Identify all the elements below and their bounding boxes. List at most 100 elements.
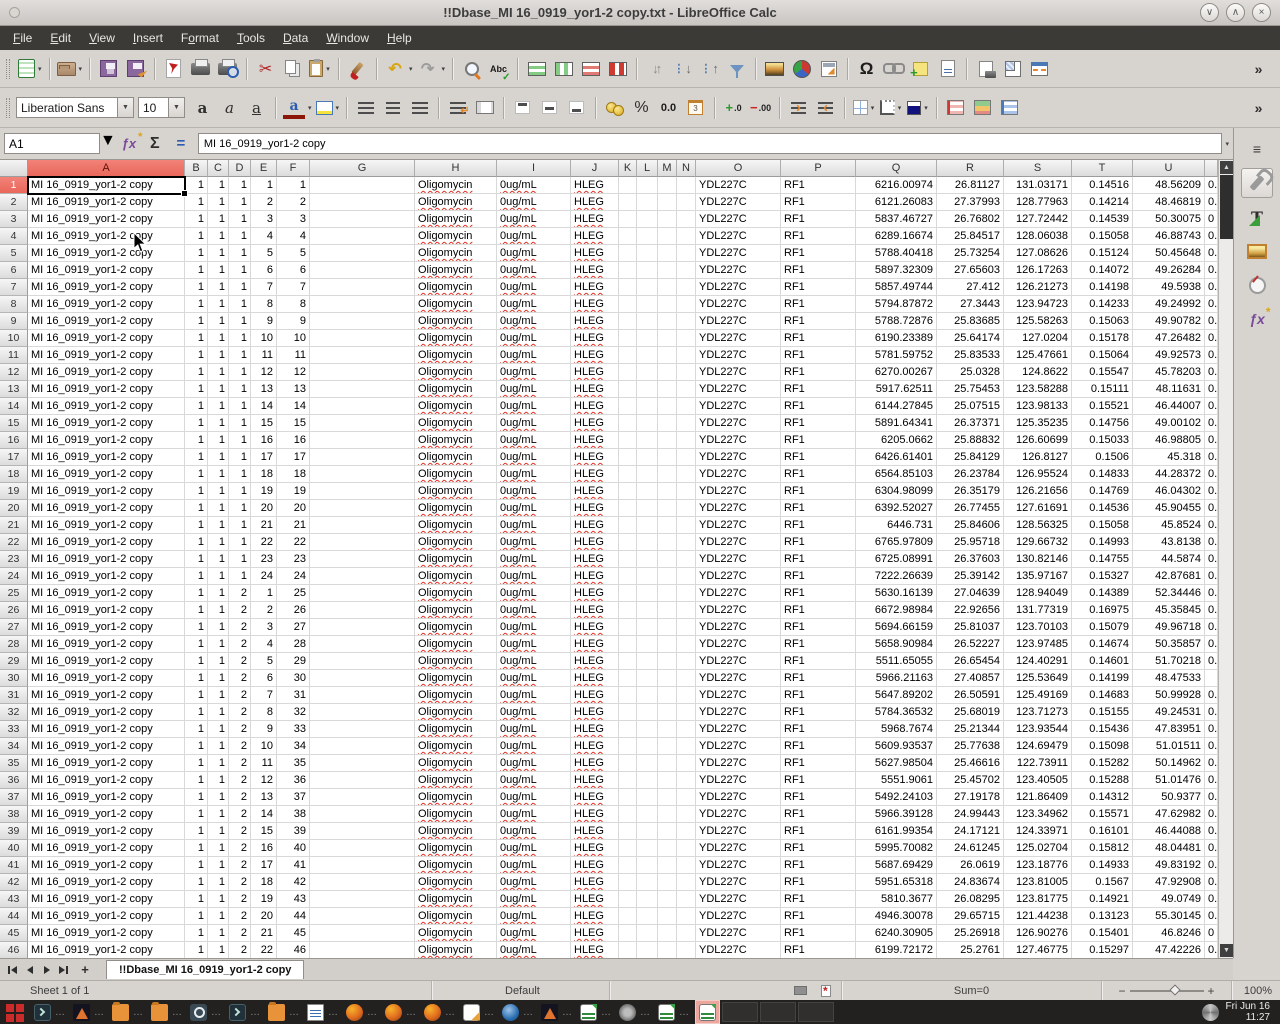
cell[interactable] <box>658 721 677 738</box>
cell[interactable]: Oligomycin <box>415 806 497 823</box>
cell[interactable]: 9 <box>251 313 277 330</box>
cell[interactable]: 1 <box>208 194 229 211</box>
cell[interactable]: 51.70218 <box>1133 653 1205 670</box>
cell[interactable] <box>677 534 696 551</box>
cell[interactable]: RF1 <box>781 823 856 840</box>
cell[interactable]: 0.15436 <box>1072 721 1133 738</box>
app-launcher-icon[interactable] <box>6 1004 14 1012</box>
cell[interactable] <box>619 942 637 958</box>
cell[interactable]: 6564.85103 <box>856 466 937 483</box>
cell[interactable] <box>658 704 677 721</box>
column-header-J[interactable]: J <box>571 160 619 177</box>
cell[interactable] <box>677 806 696 823</box>
cell[interactable] <box>677 415 696 432</box>
cell[interactable] <box>637 908 658 925</box>
cell[interactable] <box>310 262 415 279</box>
cell[interactable]: 1 <box>208 483 229 500</box>
cell[interactable]: 1 <box>185 908 208 925</box>
cell[interactable] <box>637 194 658 211</box>
cell[interactable] <box>310 313 415 330</box>
cell[interactable]: 1 <box>229 568 251 585</box>
row-header[interactable]: 38 <box>0 806 28 823</box>
cell[interactable] <box>637 687 658 704</box>
cell[interactable]: 2 <box>229 636 251 653</box>
cell[interactable]: 1 <box>185 687 208 704</box>
cell[interactable]: 2 <box>229 687 251 704</box>
cell[interactable]: Oligomycin <box>415 823 497 840</box>
cell[interactable] <box>677 653 696 670</box>
hyperlink-button[interactable] <box>880 55 907 82</box>
cell[interactable]: 1 <box>208 262 229 279</box>
cell[interactable]: 12 <box>277 364 310 381</box>
cell[interactable]: 0.15111 <box>1072 381 1133 398</box>
cell[interactable]: 47.26482 <box>1133 330 1205 347</box>
cell[interactable]: 1 <box>185 381 208 398</box>
dropdown-arrow-icon[interactable] <box>409 65 413 73</box>
align-top-button[interactable] <box>509 94 536 121</box>
cell[interactable]: 1 <box>185 330 208 347</box>
cell[interactable]: 5794.87872 <box>856 296 937 313</box>
cell[interactable]: 0. <box>1205 874 1218 891</box>
cell[interactable]: MI 16_0919_yor1-2 copy <box>28 500 185 517</box>
cell[interactable]: 0. <box>1205 398 1218 415</box>
column-header-S[interactable]: S <box>1004 160 1072 177</box>
cell[interactable]: MI 16_0919_yor1-2 copy <box>28 704 185 721</box>
dropdown-arrow-icon[interactable] <box>442 65 446 73</box>
cell[interactable]: 19 <box>277 483 310 500</box>
taskbar-window-writer[interactable]: … <box>303 1000 342 1024</box>
cell[interactable]: 32 <box>277 704 310 721</box>
cell[interactable]: 1 <box>208 296 229 313</box>
cell[interactable] <box>658 925 677 942</box>
cell[interactable] <box>619 585 637 602</box>
sum-status-label[interactable]: Sum=0 <box>954 985 989 997</box>
cell[interactable]: 5788.72876 <box>856 313 937 330</box>
cell[interactable]: 6216.00974 <box>856 177 937 194</box>
cell[interactable]: 0.15155 <box>1072 704 1133 721</box>
cell[interactable]: 0.14214 <box>1072 194 1133 211</box>
cell[interactable]: 20 <box>251 500 277 517</box>
cell[interactable] <box>637 568 658 585</box>
cell[interactable]: 1 <box>208 823 229 840</box>
cell[interactable]: 0.14601 <box>1072 653 1133 670</box>
cell[interactable]: HLEG <box>571 500 619 517</box>
sidebar-settings-button[interactable]: ≡ <box>1241 134 1273 164</box>
cell[interactable] <box>619 177 637 194</box>
cell[interactable]: 1 <box>208 245 229 262</box>
zoom-slider[interactable] <box>1130 990 1204 992</box>
cell[interactable]: Oligomycin <box>415 449 497 466</box>
cell[interactable]: 18 <box>251 874 277 891</box>
wrap-text-button[interactable] <box>444 94 471 121</box>
cell[interactable] <box>619 449 637 466</box>
cell[interactable]: 25.64174 <box>937 330 1004 347</box>
cell[interactable]: 1 <box>208 840 229 857</box>
cell[interactable]: RF1 <box>781 908 856 925</box>
cell[interactable] <box>619 738 637 755</box>
cell[interactable]: 1 <box>185 500 208 517</box>
cell[interactable]: 5 <box>251 245 277 262</box>
cell[interactable]: 6205.0662 <box>856 432 937 449</box>
cell[interactable]: 27.65603 <box>937 262 1004 279</box>
row-header[interactable]: 6 <box>0 262 28 279</box>
cell[interactable] <box>310 670 415 687</box>
cell[interactable]: 10 <box>251 738 277 755</box>
cell[interactable] <box>637 211 658 228</box>
cell[interactable]: 1 <box>229 381 251 398</box>
cell[interactable]: 1 <box>208 738 229 755</box>
row-header[interactable]: 9 <box>0 313 28 330</box>
cell[interactable]: 1 <box>208 568 229 585</box>
cell[interactable]: MI 16_0919_yor1-2 copy <box>28 262 185 279</box>
cell[interactable]: HLEG <box>571 432 619 449</box>
cell[interactable]: 46.88743 <box>1133 228 1205 245</box>
cell[interactable]: 9 <box>277 313 310 330</box>
cell[interactable] <box>310 840 415 857</box>
cell[interactable] <box>637 789 658 806</box>
cell[interactable]: 2 <box>229 653 251 670</box>
cell[interactable]: 6765.97809 <box>856 534 937 551</box>
cell[interactable]: 50.9377 <box>1133 789 1205 806</box>
column-header-N[interactable]: N <box>677 160 696 177</box>
cell[interactable]: Oligomycin <box>415 466 497 483</box>
function-wizard-button[interactable]: ƒx <box>117 132 141 156</box>
row-header[interactable]: 4 <box>0 228 28 245</box>
cell[interactable]: 5609.93537 <box>856 738 937 755</box>
save-button[interactable] <box>95 55 122 82</box>
